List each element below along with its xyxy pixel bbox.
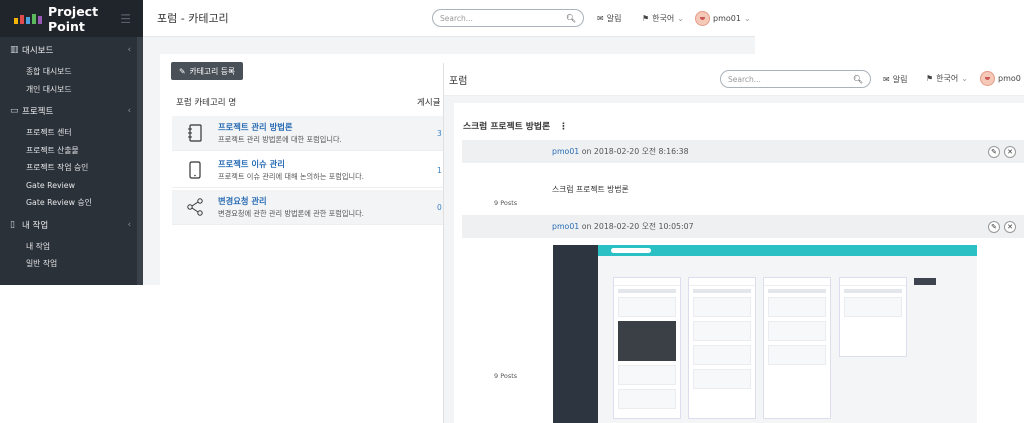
post-count: 9 Posts xyxy=(494,372,518,380)
monitor-icon: ▭ xyxy=(10,106,19,116)
chevron-left-icon: ‹ xyxy=(127,219,131,230)
chevron-down-icon: ⌄ xyxy=(677,13,684,23)
category-post-count: 0 xyxy=(437,202,442,212)
top-bar: 포럼 - 카테고리 Search... 🔍︎ ✉ 알림 ⚑ 한국어 ⌄ pmo01 ⌄ xyxy=(143,0,755,37)
notebook-icon xyxy=(172,124,218,142)
sidebar-section-project[interactable]: ▭ 프로젝트 ‹ xyxy=(0,98,143,124)
chevron-left-icon: ‹ xyxy=(127,45,131,55)
forum-title: 스크럼 프로젝트 방법론 ⋮ xyxy=(463,122,568,132)
chevron-down-icon: ⌄ xyxy=(743,13,751,23)
sidebar-item-overall-dashboard[interactable]: 종합 대시보드 xyxy=(0,63,143,81)
hamburger-icon[interactable]: ☰ xyxy=(120,12,131,26)
sidebar-item-gate-review-approval[interactable]: Gate Review 승인 xyxy=(0,194,143,212)
category-name[interactable]: 프로젝트 관리 방법론 xyxy=(218,121,342,133)
page-title: 포럼 xyxy=(449,75,468,87)
more-icon[interactable]: ⋮ xyxy=(559,122,568,132)
category-desc: 프로젝트 이슈 관리에 대해 논의하는 포럼입니다. xyxy=(218,172,364,181)
sidebar-scrollbar[interactable] xyxy=(137,37,143,285)
sidebar-item-general-tasks[interactable]: 일반 작업 xyxy=(0,255,143,273)
bar-chart-icon: ▥ xyxy=(10,45,19,55)
post-meta: pmo01 on 2018-02-20 오전 10:05:07 ✎ ✕ xyxy=(462,215,1024,238)
top-bar: 포럼 Search... 🔍︎ ✉ 알림 ⚑ 한국어 ⌄ pmo0 xyxy=(444,63,1024,96)
sidebar-item-my-tasks[interactable]: 내 작업 xyxy=(0,238,143,256)
screenshot: Project Point ☰ ▥ 대시보드 ‹ 종합 대시보드 개인 대시보드… xyxy=(0,0,1024,423)
page-title: 포럼 - 카테고리 xyxy=(157,12,229,25)
tablet-icon: ▯ xyxy=(10,219,15,230)
language-select[interactable]: ⚑ 한국어 ⌄ xyxy=(642,13,684,24)
category-desc: 변경요청에 관한 관리 방법론에 관한 포럼입니다. xyxy=(218,209,364,218)
sidebar-section-dashboard[interactable]: ▥ 대시보드 ‹ xyxy=(0,37,143,63)
language-select[interactable]: ⚑ 한국어 ⌄ xyxy=(926,73,968,84)
flag-icon: ⚑ xyxy=(642,13,650,23)
notifications-link[interactable]: ✉ 알림 xyxy=(883,74,907,85)
mail-icon: ✉ xyxy=(883,75,890,84)
search-icon[interactable]: 🔍︎ xyxy=(853,75,863,84)
logo[interactable]: Project Point ☰ xyxy=(0,0,143,37)
category-row[interactable]: 변경요청 관리 변경요청에 관한 관리 방법론에 관한 포럼입니다. 0 xyxy=(172,190,462,225)
search-input[interactable]: Search... 🔍︎ xyxy=(720,70,871,88)
mail-icon: ✉ xyxy=(597,13,604,23)
chevron-left-icon: ‹ xyxy=(127,106,131,116)
post-meta: pmo01 on 2018-02-20 오전 8:16:38 ✎ ✕ xyxy=(462,140,1024,163)
user-menu[interactable]: pmo01 ⌄ xyxy=(695,10,751,26)
add-category-button[interactable]: ✎ 카테고리 등록 xyxy=(171,62,244,80)
edit-icon[interactable]: ✎ xyxy=(988,220,1000,233)
sidebar-item-personal-dashboard[interactable]: 개인 대시보드 xyxy=(0,81,143,99)
sidebar-section-my-tasks[interactable]: ▯ 내 작업 ‹ xyxy=(0,212,143,238)
flag-icon: ⚑ xyxy=(926,74,934,83)
close-icon[interactable]: ✕ xyxy=(1004,145,1016,158)
edit-icon: ✎ xyxy=(179,66,186,76)
sidebar-item-task-approval[interactable]: 프로젝트 작업 승인 xyxy=(0,159,143,177)
sidebar-item-gate-review[interactable]: Gate Review xyxy=(0,177,143,195)
post-author[interactable]: pmo01 xyxy=(552,222,579,231)
post-actions: ✎ ✕ xyxy=(988,220,1016,233)
tablet-icon xyxy=(172,161,218,179)
post-actions: ✎ ✕ xyxy=(988,145,1016,158)
category-post-count: 1 xyxy=(437,165,442,175)
front-window: 포럼 Search... 🔍︎ ✉ 알림 ⚑ 한국어 ⌄ pmo0 스크럼 프로젝트 … xyxy=(443,63,1024,423)
search-input[interactable]: Search... 🔍︎ xyxy=(432,9,584,27)
post-body: 스크럼 프로젝트 방법론 xyxy=(552,185,629,194)
logo-icon xyxy=(14,13,42,24)
post-date: on 2018-02-20 오전 10:05:07 xyxy=(579,222,694,231)
share-icon xyxy=(172,198,218,216)
brand-name: Project Point xyxy=(48,3,99,34)
edit-icon[interactable]: ✎ xyxy=(988,145,1000,158)
search-icon[interactable]: 🔍︎ xyxy=(566,14,576,23)
category-name[interactable]: 프로젝트 이슈 관리 xyxy=(218,158,364,170)
embedded-kanban-screenshot xyxy=(553,245,977,423)
chevron-down-icon: ⌄ xyxy=(961,74,968,83)
close-icon[interactable]: ✕ xyxy=(1004,220,1016,233)
avatar xyxy=(980,71,995,86)
column-header-posts: 게시글 xyxy=(417,98,441,108)
post-count: 9 Posts xyxy=(494,199,518,207)
category-desc: 프로젝트 관리 방법론에 대한 포럼입니다. xyxy=(218,135,342,144)
category-row[interactable]: 프로젝트 이슈 관리 프로젝트 이슈 관리에 대해 논의하는 포럼입니다. 1 xyxy=(172,153,462,188)
category-post-count: 3 xyxy=(437,128,442,138)
column-header-name: 포럼 카테고리 명 xyxy=(176,98,237,108)
sidebar-item-project-center[interactable]: 프로젝트 센터 xyxy=(0,124,143,142)
notifications-link[interactable]: ✉ 알림 xyxy=(597,13,621,24)
category-row[interactable]: 프로젝트 관리 방법론 프로젝트 관리 방법론에 대한 포럼입니다. 3 xyxy=(172,116,462,151)
post-author[interactable]: pmo01 xyxy=(552,147,579,156)
avatar xyxy=(695,10,710,26)
sidebar: Project Point ☰ ▥ 대시보드 ‹ 종합 대시보드 개인 대시보드… xyxy=(0,0,143,285)
sidebar-item-project-deliverables[interactable]: 프로젝트 산출물 xyxy=(0,142,143,160)
user-menu[interactable]: pmo0 xyxy=(980,71,1021,86)
post-date: on 2018-02-20 오전 8:16:38 xyxy=(579,147,689,156)
category-name[interactable]: 변경요청 관리 xyxy=(218,195,364,207)
